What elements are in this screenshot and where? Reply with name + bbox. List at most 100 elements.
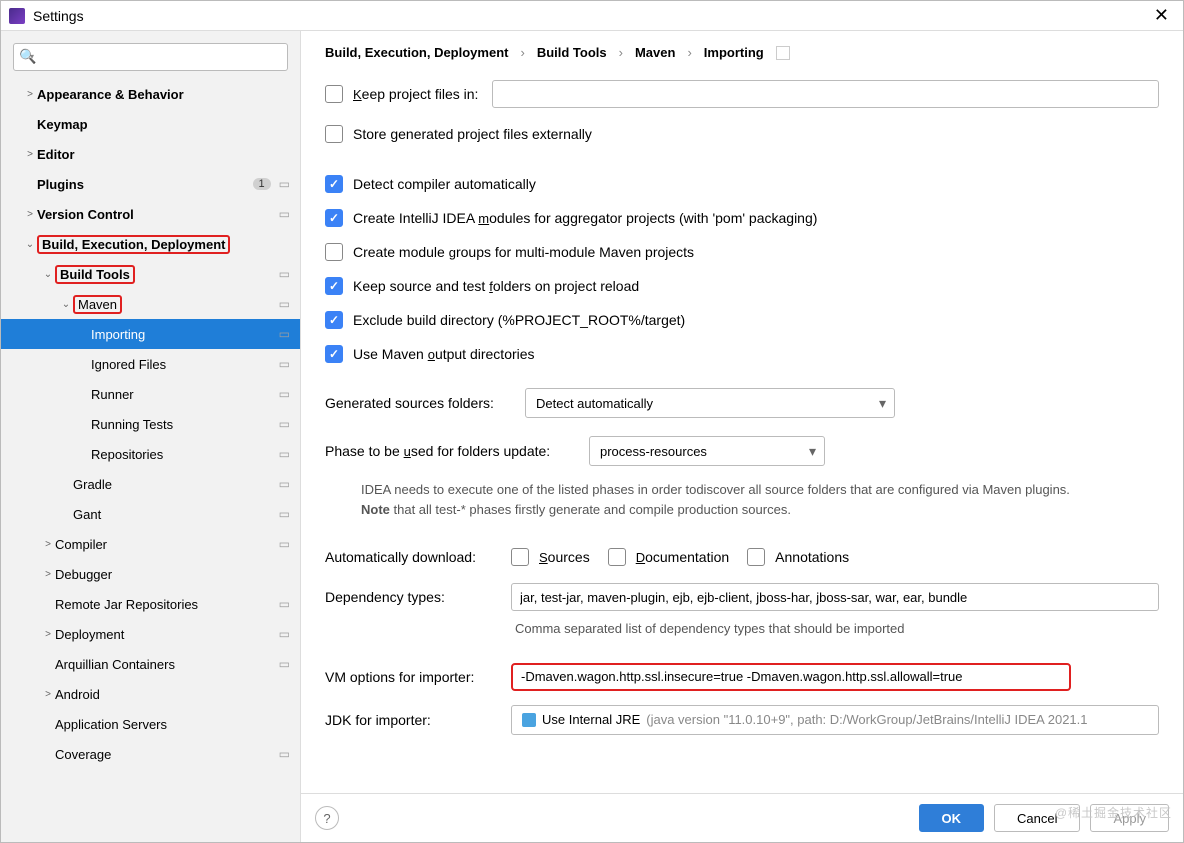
scope-indicator-icon: ▭ xyxy=(279,327,290,341)
lbl-phase: Phase to be used for folders update: xyxy=(325,443,589,459)
breadcrumb-1[interactable]: Build Tools xyxy=(537,45,607,60)
sidebar: 🔍▾ >Appearance & BehaviorKeymap>EditorPl… xyxy=(1,31,301,842)
sidebar-item-coverage[interactable]: Coverage ▭ xyxy=(1,739,300,769)
sidebar-item-label: Deployment xyxy=(55,627,275,642)
sidebar-item-plugins[interactable]: Plugins1▭ xyxy=(1,169,300,199)
lbl-keep-folders: Keep source and test folders on project … xyxy=(353,278,639,294)
sidebar-item-gant[interactable]: Gant▭ xyxy=(1,499,300,529)
chk-module-groups[interactable] xyxy=(325,243,343,261)
chk-keep-files[interactable] xyxy=(325,85,343,103)
sidebar-item-buildtools[interactable]: ⌄Build Tools▭ xyxy=(1,259,300,289)
sidebar-item-label: Coverage xyxy=(55,747,275,762)
content-panel: Keep project files in: Store generated p… xyxy=(301,70,1183,793)
help-icon[interactable]: ? xyxy=(315,806,339,830)
sel-phase[interactable]: process-resources xyxy=(589,436,825,466)
sidebar-item-label: Debugger xyxy=(55,567,290,582)
chk-docs[interactable] xyxy=(608,548,626,566)
sidebar-item-label: Runner xyxy=(91,387,275,402)
lbl-ann: Annotations xyxy=(775,549,849,565)
chk-keep-folders[interactable] xyxy=(325,277,343,295)
search-input[interactable] xyxy=(13,43,288,71)
sel-phase-value: process-resources xyxy=(600,444,707,459)
sidebar-item-appservers[interactable]: Application Servers xyxy=(1,709,300,739)
lbl-keep-files: Keep project files in: xyxy=(353,86,478,102)
sidebar-item-repos[interactable]: Repositories▭ xyxy=(1,439,300,469)
scope-indicator-icon: ▭ xyxy=(279,387,290,401)
sidebar-item-vcs[interactable]: >Version Control▭ xyxy=(1,199,300,229)
badge: 1 xyxy=(253,178,271,190)
note-phase: IDEA needs to execute one of the listed … xyxy=(361,480,1159,519)
apply-button[interactable]: Apply xyxy=(1090,804,1169,832)
sidebar-item-label: Android xyxy=(55,687,290,702)
sidebar-item-debugger[interactable]: >Debugger xyxy=(1,559,300,589)
chk-use-output[interactable] xyxy=(325,345,343,363)
chk-sources[interactable] xyxy=(511,548,529,566)
chk-store-external[interactable] xyxy=(325,125,343,143)
sidebar-item-label: Ignored Files xyxy=(91,357,275,372)
sidebar-item-label: Version Control xyxy=(37,207,275,222)
sidebar-item-runtests[interactable]: Running Tests ▭ xyxy=(1,409,300,439)
app-icon xyxy=(9,8,25,24)
sidebar-item-gradle[interactable]: Gradle▭ xyxy=(1,469,300,499)
scope-indicator-icon: ▭ xyxy=(279,207,290,221)
lbl-store-external: Store generated project files externally xyxy=(353,126,592,142)
search-input-wrap: 🔍▾ xyxy=(13,43,288,71)
scope-indicator-icon: ▭ xyxy=(279,447,290,461)
sidebar-item-label: Build Tools xyxy=(55,265,275,284)
sidebar-item-remotejar[interactable]: Remote Jar Repositories ▭ xyxy=(1,589,300,619)
sidebar-item-bed[interactable]: ⌄Build, Execution, Deployment xyxy=(1,229,300,259)
cancel-button[interactable]: Cancel xyxy=(994,804,1080,832)
sidebar-item-arquillian[interactable]: Arquillian Containers▭ xyxy=(1,649,300,679)
sidebar-item-android[interactable]: >Android xyxy=(1,679,300,709)
scope-indicator-icon: ▭ xyxy=(279,747,290,761)
lbl-sources: Sources xyxy=(539,549,590,565)
scope-indicator-icon: ▭ xyxy=(279,627,290,641)
sidebar-item-label: Importing xyxy=(91,327,275,342)
sidebar-item-appearance[interactable]: >Appearance & Behavior xyxy=(1,79,300,109)
breadcrumb-0[interactable]: Build, Execution, Deployment xyxy=(325,45,508,60)
lbl-docs: Documentation xyxy=(636,549,729,565)
chk-detect-compiler[interactable] xyxy=(325,175,343,193)
sidebar-item-maven[interactable]: ⌄Maven▭ xyxy=(1,289,300,319)
sidebar-item-label: Build, Execution, Deployment xyxy=(37,235,290,254)
scope-icon[interactable] xyxy=(776,46,790,60)
scope-indicator-icon: ▭ xyxy=(279,357,290,371)
chk-create-modules[interactable] xyxy=(325,209,343,227)
sel-generated[interactable]: Detect automatically xyxy=(525,388,895,418)
scope-indicator-icon: ▭ xyxy=(279,537,290,551)
sidebar-item-label: Running Tests xyxy=(91,417,275,432)
sidebar-item-compiler[interactable]: >Compiler▭ xyxy=(1,529,300,559)
sidebar-item-label: Arquillian Containers xyxy=(55,657,275,672)
sidebar-item-runner[interactable]: Runner ▭ xyxy=(1,379,300,409)
sidebar-item-deployment[interactable]: >Deployment▭ xyxy=(1,619,300,649)
search-dropdown-icon[interactable]: ▾ xyxy=(30,52,34,61)
keep-files-path[interactable] xyxy=(492,80,1159,108)
lbl-use-output: Use Maven output directories xyxy=(353,346,535,362)
lbl-generated: Generated sources folders: xyxy=(325,395,525,411)
sel-generated-value: Detect automatically xyxy=(536,396,653,411)
ok-button[interactable]: OK xyxy=(919,804,985,832)
sel-jdk[interactable]: Use Internal JRE (java version "11.0.10+… xyxy=(511,705,1159,735)
settings-tree: >Appearance & BehaviorKeymap>EditorPlugi… xyxy=(1,79,300,834)
titlebar: Settings ✕ xyxy=(1,1,1183,31)
sidebar-item-importing[interactable]: Importing ▭ xyxy=(1,319,300,349)
sidebar-item-editor[interactable]: >Editor xyxy=(1,139,300,169)
input-dep-types[interactable] xyxy=(511,583,1159,611)
scope-indicator-icon: ▭ xyxy=(279,597,290,611)
lbl-detect-compiler: Detect compiler automatically xyxy=(353,176,536,192)
jre-icon xyxy=(522,713,536,727)
scope-indicator-icon: ▭ xyxy=(279,507,290,521)
sidebar-item-keymap[interactable]: Keymap xyxy=(1,109,300,139)
input-vm-options[interactable] xyxy=(511,663,1071,691)
breadcrumb-2[interactable]: Maven xyxy=(635,45,675,60)
scope-indicator-icon: ▭ xyxy=(279,417,290,431)
jdk-value: Use Internal JRE xyxy=(542,712,640,727)
sidebar-item-label: Remote Jar Repositories xyxy=(55,597,275,612)
window-title: Settings xyxy=(33,8,84,24)
chk-ann[interactable] xyxy=(747,548,765,566)
close-icon[interactable]: ✕ xyxy=(1148,5,1175,26)
jdk-detail: (java version "11.0.10+9", path: D:/Work… xyxy=(646,712,1087,727)
chk-exclude-build[interactable] xyxy=(325,311,343,329)
sidebar-item-ignored[interactable]: Ignored Files ▭ xyxy=(1,349,300,379)
sidebar-item-label: Editor xyxy=(37,147,290,162)
